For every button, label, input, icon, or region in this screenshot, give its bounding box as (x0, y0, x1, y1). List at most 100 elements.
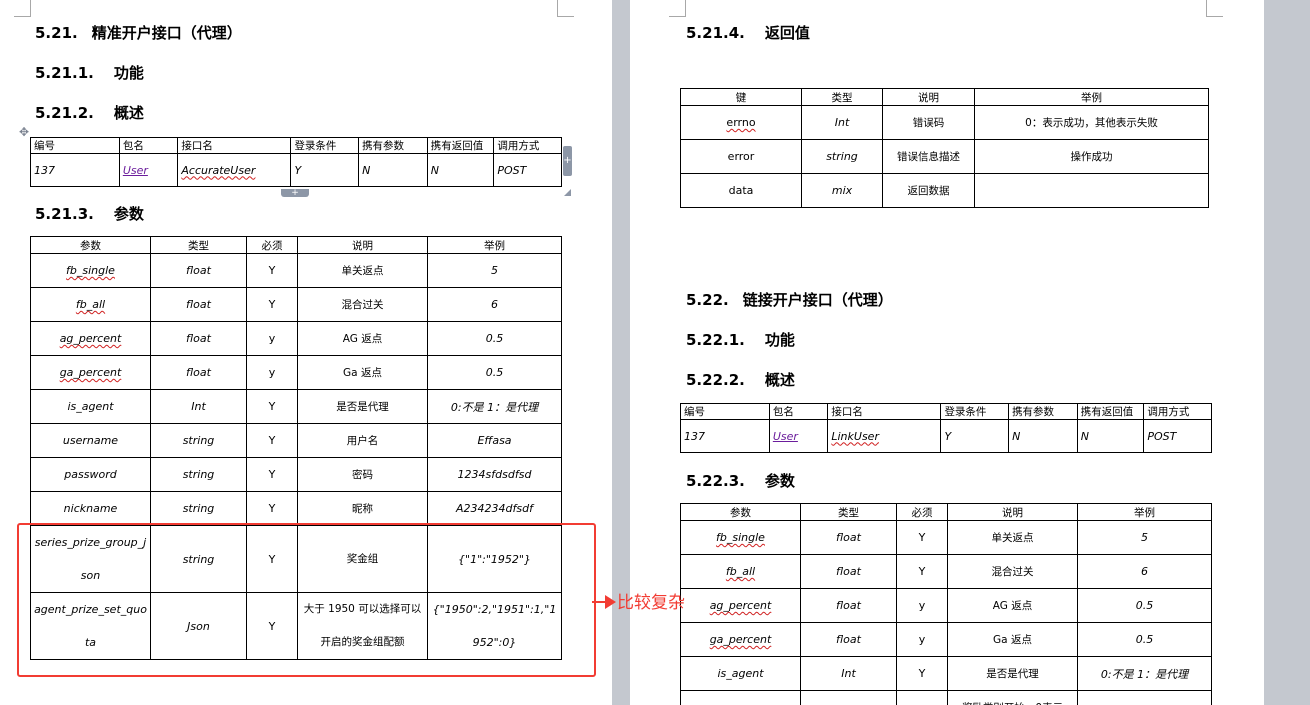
table-row: data mix 返回数据 (680, 173, 1209, 208)
table-row: fb_all float Y 混合过关 6 (30, 287, 562, 322)
table-cell: ga_percent (30, 355, 151, 390)
table-cell: fb_all (680, 554, 801, 589)
table-cell: data (680, 173, 802, 208)
document-page-right[interactable]: 5.21.4. 返回值 键 类型 说明 举例 errno Int 错误码 0：表示成功，… (630, 0, 1264, 705)
table-cell: 密码 (297, 457, 428, 492)
heading-5-21-3: 5.21.3. 参数 (35, 205, 144, 223)
annotation-text: 比较复杂 (617, 593, 685, 613)
params-table: 参数 类型 必须 说明 举例 fb_single float Y 单关返点 5 fb_al… (680, 503, 1212, 705)
table-cell: y (896, 622, 948, 657)
table-resize-handle-icon[interactable] (564, 189, 571, 196)
header-cell: 调用方式 (493, 137, 562, 154)
table-row: ag_percent float y AG 返点 0.5 (680, 588, 1212, 623)
add-column-handle-icon[interactable]: + (563, 146, 572, 176)
table-cell: Y (246, 287, 298, 322)
cell-package[interactable]: User (768, 419, 829, 453)
header-cell: 调用方式 (1143, 403, 1212, 420)
table-cell: float (150, 287, 247, 322)
table-cell: 1234sfdsdfsd (427, 457, 562, 492)
overview-table: 编号 包名 接口名 登录条件 携有参数 携有返回值 调用方式 137 User … (30, 137, 562, 187)
table-move-handle-icon[interactable]: ✥ (19, 125, 29, 139)
table-row: error string 错误信息描述 操作成功 (680, 139, 1209, 174)
package-link[interactable]: User (123, 164, 148, 177)
table-cell: Int (801, 105, 883, 140)
header-cell: 说明 (947, 503, 1078, 521)
header-cell: 携有参数 (1008, 403, 1078, 420)
table-header-row: 编号 包名 接口名 登录条件 携有参数 携有返回值 调用方式 (680, 403, 1212, 420)
table-row: password string Y 密码 1234sfdsdfsd (30, 457, 562, 492)
table-cell: Y (246, 389, 298, 424)
table-cell: string (150, 423, 247, 458)
header-cell: 类型 (801, 88, 883, 106)
header-cell: 编号 (680, 403, 770, 420)
table-row: fb_single float Y 单关返点 5 (680, 520, 1212, 555)
table-cell: errno (680, 105, 802, 140)
heading-5-21: 5.21. 精准开户接口（代理） (35, 24, 242, 42)
cell-interface: LinkUser (827, 419, 942, 453)
header-cell: 携有返回值 (1076, 403, 1145, 420)
table-row: 137 User AccurateUser Y N N POST (30, 153, 562, 187)
cell-params: N (1008, 419, 1078, 453)
table-cell: Int (150, 389, 247, 424)
heading-5-22-2: 5.22.2. 概述 (686, 371, 795, 389)
table-cell: 0.5 (1077, 622, 1212, 657)
table-cell: Y (246, 491, 298, 526)
cell-package[interactable]: User (118, 153, 179, 187)
header-cell: 键 (680, 88, 802, 106)
table-row: errno Int 错误码 0：表示成功，其他表示失败 (680, 105, 1209, 140)
table-cell: 是否是代理 (297, 389, 428, 424)
crop-mark (557, 0, 574, 17)
table-cell: Y (896, 656, 948, 691)
header-cell: 包名 (118, 137, 179, 154)
header-cell: 必须 (246, 236, 298, 254)
table-cell: Ga 返点 (947, 622, 1078, 657)
annotation-arrow-icon (592, 595, 616, 609)
table-cell: 返回数据 (882, 173, 975, 208)
cell-method: POST (1143, 419, 1212, 453)
header-cell: 举例 (974, 88, 1209, 106)
table-cell: A234234dfsdf (427, 491, 562, 526)
table-cell: 5 (1077, 520, 1212, 555)
table-cell: password (30, 457, 151, 492)
table-cell: 用户名 (297, 423, 428, 458)
table-cell: is_agent (680, 656, 801, 691)
add-row-handle-icon[interactable]: + (281, 189, 309, 198)
header-cell: 接口名 (827, 403, 942, 420)
table-cell: AG 返点 (297, 321, 428, 356)
package-link[interactable]: User (773, 430, 798, 443)
header-cell: 类型 (150, 236, 247, 254)
header-cell: 包名 (768, 403, 829, 420)
table-cell: fb_single (680, 520, 801, 555)
cell-id: 137 (30, 153, 120, 187)
table-cell: float (800, 588, 897, 623)
table-cell: Y (896, 554, 948, 589)
table-cell: nickname (30, 491, 151, 526)
table-cell: mix (801, 173, 883, 208)
heading-5-22: 5.22. 链接开户接口（代理） (686, 291, 893, 309)
header-cell: 接口名 (177, 137, 292, 154)
table-cell: Y (896, 520, 948, 555)
header-cell: 说明 (882, 88, 975, 106)
table-cell: 混合过关 (947, 554, 1078, 589)
table-cell: 0.5 (427, 355, 562, 390)
cell-method: POST (493, 153, 562, 187)
header-cell: 参数 (30, 236, 151, 254)
table-cell: fb_single (30, 253, 151, 288)
table-cell: 是否是代理 (947, 656, 1078, 691)
table-header-row: 参数 类型 必须 说明 举例 (680, 503, 1212, 521)
table-row: is_agent Int Y 是否是代理 0:不是 1：是代理 (680, 656, 1212, 691)
cell-login: Y (290, 153, 360, 187)
table-cell (1077, 690, 1212, 705)
table-cell: is_agent (30, 389, 151, 424)
table-cell: Y (246, 423, 298, 458)
table-cell: ga_percent (680, 622, 801, 657)
cell-return: N (1076, 419, 1145, 453)
cell-params: N (358, 153, 428, 187)
table-cell (800, 690, 897, 705)
header-cell: 携有返回值 (426, 137, 495, 154)
table-cell (896, 690, 948, 705)
table-cell: error (680, 139, 802, 174)
heading-5-21-1: 5.21.1. 功能 (35, 64, 144, 82)
table-cell: float (800, 622, 897, 657)
header-cell: 携有参数 (358, 137, 428, 154)
